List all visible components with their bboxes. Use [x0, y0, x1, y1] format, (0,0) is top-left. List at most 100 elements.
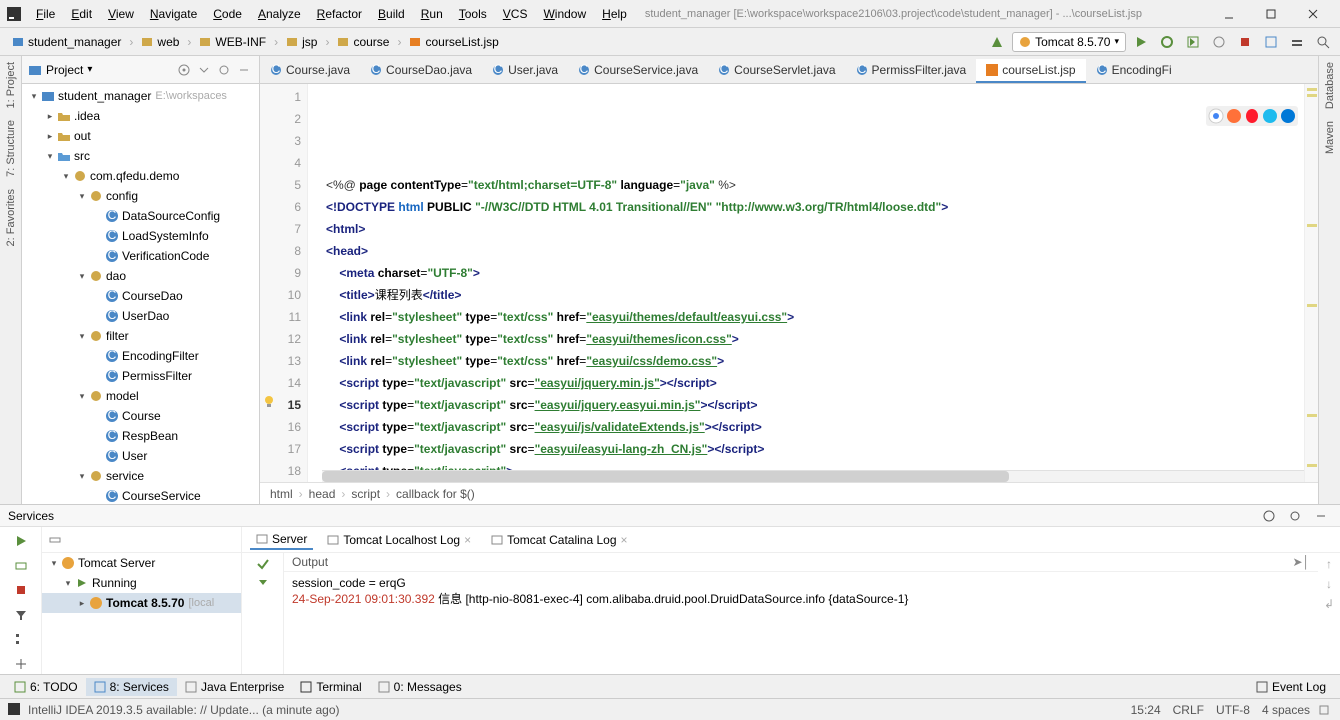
tree-item[interactable]: CPermissFilter	[22, 366, 259, 386]
code-line[interactable]: <link rel="stylesheet" type="text/css" h…	[326, 306, 1300, 328]
tree-item[interactable]: ▸out	[22, 126, 259, 146]
code-line[interactable]: <script type="text/javascript" src="easy…	[326, 372, 1300, 394]
intention-bulb-icon[interactable]	[262, 394, 276, 408]
tree-item[interactable]: ▾com.qfedu.demo	[22, 166, 259, 186]
menu-analyze[interactable]: Analyze	[250, 5, 309, 23]
output-body[interactable]: session_code = erqG24-Sep-2021 09:01:30.…	[284, 572, 1318, 674]
editor-tab[interactable]: CCourse.java	[260, 59, 360, 83]
editor-tab[interactable]: CCourseDao.java	[360, 59, 482, 83]
code-crumb[interactable]: callback for $()	[396, 487, 475, 501]
breadcrumb-item[interactable]: courseList.jsp	[403, 33, 504, 51]
code-line[interactable]: <!DOCTYPE html PUBLIC "-//W3C//DTD HTML …	[326, 196, 1300, 218]
services-tab[interactable]: Server	[250, 530, 313, 550]
code-line[interactable]: <meta charset="UTF-8">	[326, 262, 1300, 284]
debug-button[interactable]	[1156, 31, 1178, 53]
tree-item[interactable]: CCourse	[22, 406, 259, 426]
output-toggle-icon[interactable]: ➤│	[1292, 555, 1310, 569]
breadcrumb-item[interactable]: web	[135, 33, 185, 51]
editor-minimap[interactable]	[1304, 84, 1318, 482]
profile-button[interactable]	[1208, 31, 1230, 53]
services-stop-button[interactable]	[10, 580, 32, 601]
close-button[interactable]	[1292, 3, 1334, 25]
editor-tab[interactable]: CUser.java	[482, 59, 568, 83]
code-line[interactable]: <%@ page contentType="text/html;charset=…	[326, 174, 1300, 196]
status-item[interactable]: UTF-8	[1216, 703, 1250, 717]
output-down-icon[interactable]	[256, 575, 270, 589]
tree-item[interactable]: CRespBean	[22, 426, 259, 446]
run-coverage-button[interactable]	[1182, 31, 1204, 53]
services-tree-item[interactable]: ▾Tomcat Server	[42, 553, 241, 573]
menu-run[interactable]: Run	[413, 5, 451, 23]
left-gutter-7-structure[interactable]: 7: Structure	[3, 114, 19, 183]
output-down2-icon[interactable]: ↓	[1326, 577, 1332, 591]
build-button[interactable]	[986, 31, 1008, 53]
editor-horizontal-scrollbar[interactable]	[322, 470, 1304, 482]
bottom-tool-6-todo[interactable]: 6: TODO	[6, 678, 86, 696]
services-tree-item[interactable]: ▸Tomcat 8.5.70[local	[42, 593, 241, 613]
run-configuration-select[interactable]: Tomcat 8.5.70 ▾	[1012, 32, 1126, 52]
bottom-tool-0-messages[interactable]: 0: Messages	[370, 678, 470, 696]
maximize-button[interactable]	[1250, 3, 1292, 25]
browser-preview-icons[interactable]	[1206, 106, 1298, 126]
tree-item[interactable]: CUser	[22, 446, 259, 466]
run-button[interactable]	[1130, 31, 1152, 53]
menu-view[interactable]: View	[100, 5, 142, 23]
code-line[interactable]: <script type="text/javascript" src="easy…	[326, 416, 1300, 438]
bottom-tool-8-services[interactable]: 8: Services	[86, 678, 177, 696]
breadcrumb-item[interactable]: WEB-INF	[193, 33, 272, 51]
tree-item[interactable]: ▾filter	[22, 326, 259, 346]
code-crumb[interactable]: head	[309, 487, 336, 501]
tree-item[interactable]: ▾config	[22, 186, 259, 206]
services-tree[interactable]: ▾Tomcat Server▾Running▸Tomcat 8.5.70[loc…	[42, 553, 241, 613]
output-wrap-icon[interactable]: ↲	[1324, 597, 1334, 611]
code-pane[interactable]: <%@ page contentType="text/html;charset=…	[322, 84, 1304, 482]
services-debug-button[interactable]	[10, 556, 32, 577]
left-gutter-1-project[interactable]: 1: Project	[3, 56, 19, 114]
code-line[interactable]: <script type="text/javascript" src="easy…	[326, 438, 1300, 460]
code-line[interactable]: <html>	[326, 218, 1300, 240]
editor-tab[interactable]: courseList.jsp	[976, 59, 1085, 83]
output-up-icon[interactable]: ↑	[1326, 557, 1332, 571]
search-everywhere-button[interactable]	[1286, 31, 1308, 53]
services-add-button[interactable]	[10, 654, 32, 675]
menu-navigate[interactable]: Navigate	[142, 5, 205, 23]
services-settings-icon[interactable]	[1284, 505, 1306, 527]
tree-item[interactable]: CCourseDao	[22, 286, 259, 306]
status-item[interactable]: CRLF	[1173, 703, 1204, 717]
code-line[interactable]: <link rel="stylesheet" type="text/css" h…	[326, 350, 1300, 372]
tree-item[interactable]: CLoadSystemInfo	[22, 226, 259, 246]
tree-item[interactable]: ▾model	[22, 386, 259, 406]
memory-indicator-icon[interactable]	[1318, 704, 1332, 716]
search-button[interactable]	[1312, 31, 1334, 53]
code-crumb[interactable]: html	[270, 487, 293, 501]
menu-file[interactable]: File	[28, 5, 63, 23]
editor-tab[interactable]: CCourseServlet.java	[708, 59, 845, 83]
close-icon[interactable]: ×	[464, 533, 471, 547]
services-tree-button[interactable]	[10, 629, 32, 650]
update-button[interactable]	[1260, 31, 1282, 53]
project-settings-icon[interactable]	[215, 61, 233, 79]
tree-item[interactable]: CEncodingFilter	[22, 346, 259, 366]
menu-window[interactable]: Window	[535, 5, 594, 23]
project-target-icon[interactable]	[175, 61, 193, 79]
project-expand-icon[interactable]	[195, 61, 213, 79]
editor-body[interactable]: 123456789101112131415161718 <%@ page con…	[260, 84, 1318, 482]
event-log-button[interactable]: Event Log	[1248, 678, 1334, 696]
status-item[interactable]: 4 spaces	[1262, 703, 1310, 717]
services-tab[interactable]: Tomcat Localhost Log ×	[321, 531, 477, 549]
menu-edit[interactable]: Edit	[63, 5, 100, 23]
editor-tab[interactable]: CEncodingFi	[1086, 59, 1182, 83]
menu-help[interactable]: Help	[594, 5, 635, 23]
status-item[interactable]: 15:24	[1131, 703, 1161, 717]
code-line[interactable]: <title>课程列表</title>	[326, 284, 1300, 306]
project-panel-title[interactable]: Project ▾	[28, 63, 92, 77]
tree-item[interactable]: CVerificationCode	[22, 246, 259, 266]
close-icon[interactable]: ×	[621, 533, 628, 547]
menu-tools[interactable]: Tools	[451, 5, 495, 23]
tree-item[interactable]: CDataSourceConfig	[22, 206, 259, 226]
breadcrumb-item[interactable]: course	[331, 33, 395, 51]
code-crumb[interactable]: script	[351, 487, 380, 501]
code-breadcrumbs[interactable]: html›head›script›callback for $()	[260, 482, 1318, 504]
services-tab[interactable]: Tomcat Catalina Log ×	[485, 531, 633, 549]
menu-vcs[interactable]: VCS	[495, 5, 536, 23]
